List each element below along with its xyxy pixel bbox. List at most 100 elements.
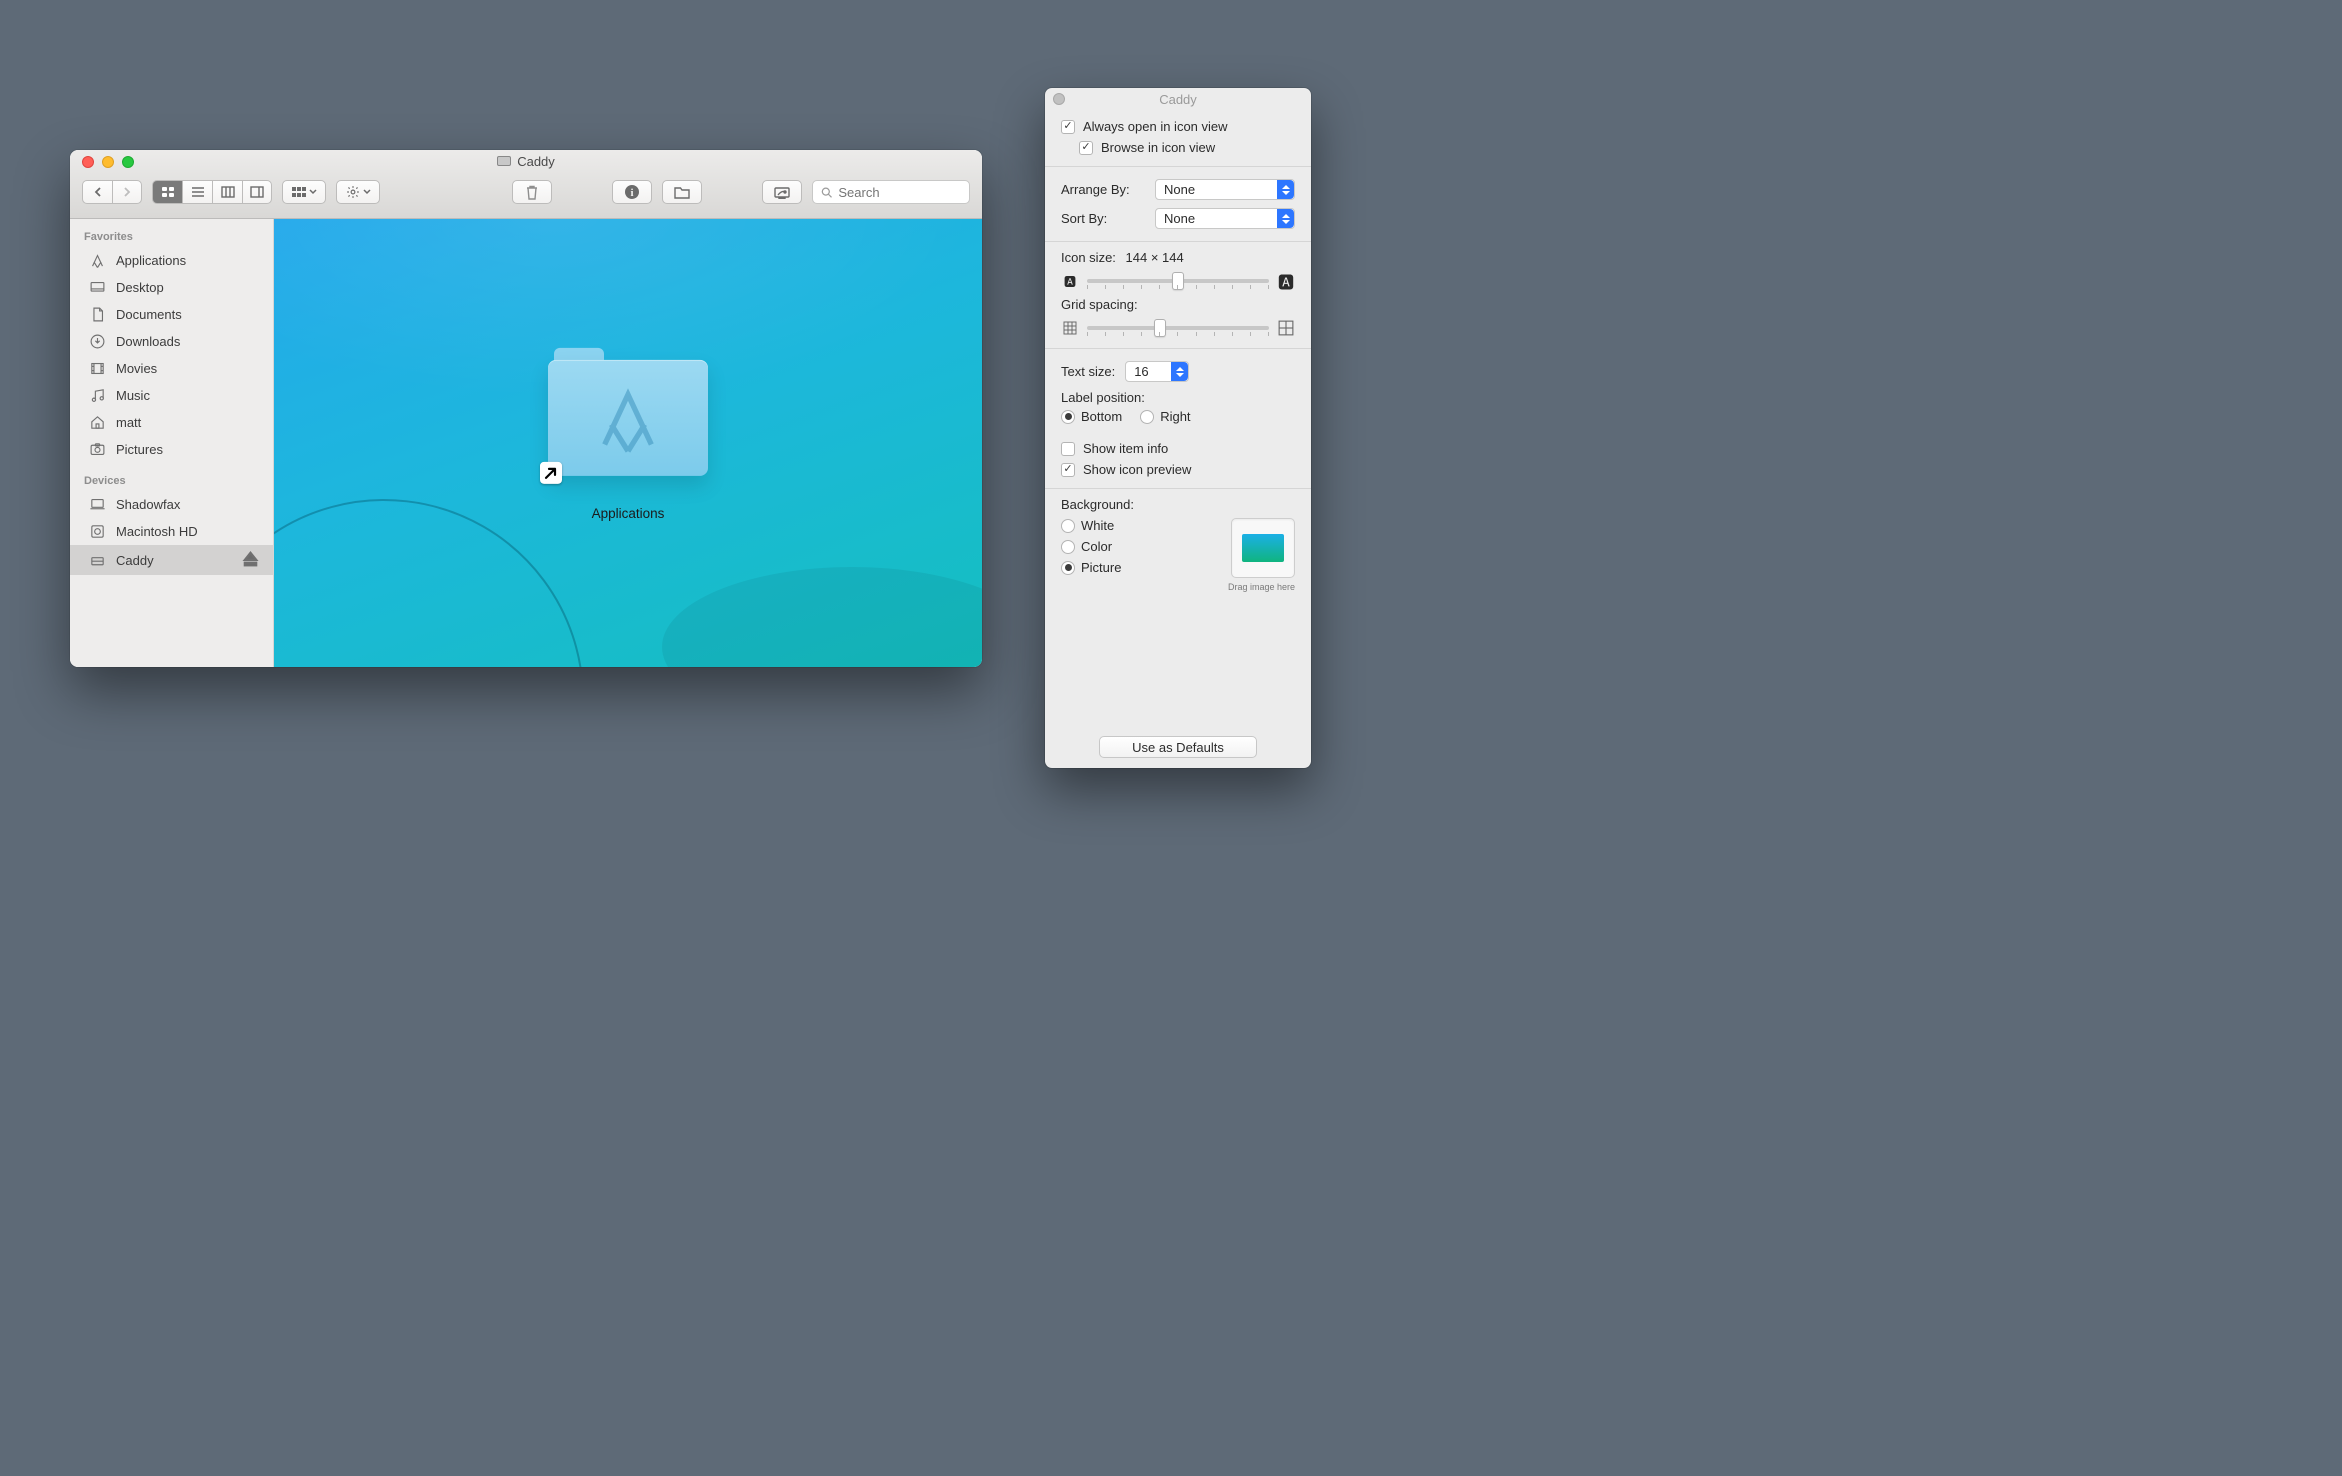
- sidebar-device-caddy[interactable]: Caddy: [70, 545, 273, 575]
- sidebar-item-movies[interactable]: Movies: [70, 355, 273, 382]
- applications-item[interactable]: Applications: [548, 348, 708, 521]
- bg-picture-radio[interactable]: Picture: [1061, 560, 1121, 575]
- grid-spacing-slider[interactable]: [1061, 320, 1295, 336]
- checkbox-icon: [1079, 141, 1093, 155]
- close-button[interactable]: [82, 156, 94, 168]
- group-by-button[interactable]: [282, 180, 326, 204]
- window-title-text: Caddy: [517, 154, 555, 169]
- folder-icon: [548, 348, 708, 476]
- icon-size-slider[interactable]: 🅰︎ 🅰︎: [1061, 273, 1295, 289]
- finder-window: Caddy: [70, 150, 982, 667]
- hd-icon: [88, 523, 106, 540]
- column-view-button[interactable]: [212, 180, 242, 204]
- background-drop-well[interactable]: [1231, 518, 1295, 578]
- sidebar-item-label: Desktop: [116, 280, 164, 295]
- sidebar-item-label: Music: [116, 388, 150, 403]
- svg-text:i: i: [630, 187, 633, 199]
- sidebar-item-label: Applications: [116, 253, 186, 268]
- radio-icon: [1061, 519, 1075, 533]
- radio-label: White: [1081, 518, 1114, 533]
- label-bottom-radio[interactable]: Bottom: [1061, 409, 1122, 424]
- panel-close-button[interactable]: [1053, 93, 1065, 105]
- text-size-row: Text size: 16: [1061, 357, 1295, 386]
- bg-white-radio[interactable]: White: [1061, 518, 1121, 533]
- list-view-button[interactable]: [182, 180, 212, 204]
- popup-value: None: [1164, 182, 1195, 197]
- forward-button[interactable]: [112, 180, 142, 204]
- sidebar-item-pictures[interactable]: Pictures: [70, 436, 273, 463]
- use-as-defaults-button[interactable]: Use as Defaults: [1099, 736, 1257, 758]
- label-right-radio[interactable]: Right: [1140, 409, 1190, 424]
- bg-color-radio[interactable]: Color: [1061, 539, 1121, 554]
- window-title: Caddy: [497, 154, 555, 169]
- music-icon: [88, 387, 106, 404]
- radio-label: Color: [1081, 539, 1112, 554]
- small-icon: 🅰︎: [1061, 273, 1079, 289]
- stepper-icon: [1277, 209, 1294, 228]
- search-field[interactable]: [812, 180, 970, 204]
- gallery-view-button[interactable]: [242, 180, 272, 204]
- checkbox-label: Always open in icon view: [1083, 119, 1228, 134]
- sidebar-item-applications[interactable]: Applications: [70, 247, 273, 274]
- sidebar-device-shadowfax[interactable]: Shadowfax: [70, 491, 273, 518]
- finder-content[interactable]: Applications: [274, 219, 982, 667]
- finder-titlebar: Caddy: [70, 150, 982, 219]
- new-folder-button[interactable]: [662, 180, 702, 204]
- checkbox-icon: [1061, 463, 1075, 477]
- grid-spacing-label: Grid spacing:: [1061, 297, 1295, 312]
- arrange-by-popup[interactable]: None: [1155, 179, 1295, 200]
- large-icon: 🅰︎: [1277, 273, 1295, 289]
- sidebar-item-label: Downloads: [116, 334, 180, 349]
- text-size-popup[interactable]: 16: [1125, 361, 1189, 382]
- sidebar-item-downloads[interactable]: Downloads: [70, 328, 273, 355]
- external-disk-icon: [88, 552, 106, 569]
- icon-view-button[interactable]: [152, 180, 182, 204]
- devices-label: Devices: [70, 469, 273, 491]
- share-button[interactable]: [762, 180, 802, 204]
- sidebar-item-desktop[interactable]: Desktop: [70, 274, 273, 301]
- browse-checkbox[interactable]: Browse in icon view: [1079, 137, 1295, 158]
- traffic-lights: [82, 156, 134, 168]
- minimize-button[interactable]: [102, 156, 114, 168]
- view-switcher: [152, 180, 272, 204]
- trash-button[interactable]: [512, 180, 552, 204]
- favorites-label: Favorites: [70, 225, 273, 247]
- sort-by-label: Sort By:: [1061, 211, 1107, 226]
- button-label: Use as Defaults: [1132, 740, 1224, 755]
- sidebar-device-macintosh-hd[interactable]: Macintosh HD: [70, 518, 273, 545]
- downloads-icon: [88, 333, 106, 350]
- sidebar-item-music[interactable]: Music: [70, 382, 273, 409]
- eject-icon[interactable]: [242, 550, 259, 570]
- home-icon: [88, 414, 106, 431]
- back-button[interactable]: [82, 180, 112, 204]
- panel-titlebar: Caddy: [1045, 88, 1311, 110]
- radio-icon: [1061, 410, 1075, 424]
- applications-icon: [88, 252, 106, 269]
- show-icon-preview-checkbox[interactable]: Show icon preview: [1061, 459, 1295, 480]
- info-button[interactable]: i: [612, 180, 652, 204]
- stepper-icon: [1277, 180, 1294, 199]
- grid-tight-icon: [1061, 320, 1079, 336]
- finder-body: Favorites Applications Desktop Documents…: [70, 219, 982, 667]
- sidebar-item-label: Macintosh HD: [116, 524, 198, 539]
- radio-icon: [1140, 410, 1154, 424]
- popup-value: 16: [1134, 364, 1148, 379]
- zoom-button[interactable]: [122, 156, 134, 168]
- alias-arrow-icon: [540, 462, 562, 484]
- text-size-label: Text size:: [1061, 364, 1115, 379]
- sidebar-item-documents[interactable]: Documents: [70, 301, 273, 328]
- search-input[interactable]: [838, 185, 961, 200]
- show-item-info-checkbox[interactable]: Show item info: [1061, 438, 1295, 459]
- sidebar-item-label: Movies: [116, 361, 157, 376]
- sidebar-item-home[interactable]: matt: [70, 409, 273, 436]
- background-label: Background:: [1061, 497, 1295, 512]
- radio-label: Right: [1160, 409, 1190, 424]
- panel-title: Caddy: [1159, 92, 1197, 107]
- always-open-checkbox[interactable]: Always open in icon view: [1061, 116, 1295, 137]
- disk-icon: [497, 156, 511, 166]
- movies-icon: [88, 360, 106, 377]
- action-button[interactable]: [336, 180, 380, 204]
- checkbox-label: Show icon preview: [1083, 462, 1191, 477]
- sort-by-row: Sort By: None: [1061, 204, 1295, 233]
- sort-by-popup[interactable]: None: [1155, 208, 1295, 229]
